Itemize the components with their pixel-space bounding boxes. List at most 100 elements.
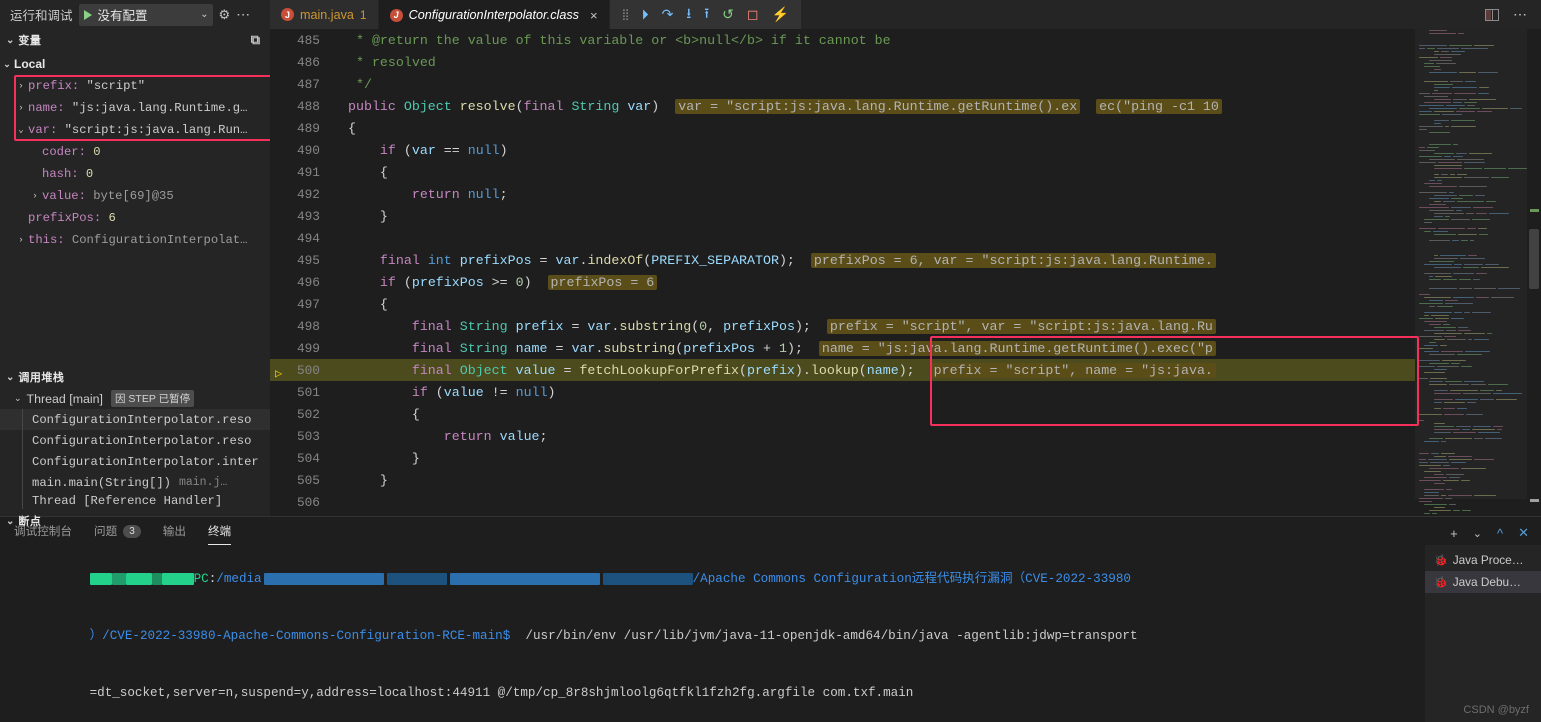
callstack-thread-partial[interactable]: Thread [Reference Handler] xyxy=(0,493,270,509)
callstack-frame[interactable]: ConfigurationInterpolator.reso xyxy=(0,430,270,451)
tab-terminal[interactable]: 终端 xyxy=(207,523,232,545)
line-number-gutter[interactable]: 488 xyxy=(270,99,332,114)
tab-debug-console[interactable]: 调试控制台 xyxy=(14,523,72,545)
split-editor-icon[interactable] xyxy=(1485,8,1499,21)
code-line[interactable]: 489 { xyxy=(270,117,1541,139)
line-number-gutter[interactable]: 499 xyxy=(270,341,332,356)
line-number-gutter[interactable]: 489 xyxy=(270,121,332,136)
code-line[interactable]: 501 if (value != null) xyxy=(270,381,1541,403)
code-line[interactable]: 499 final String name = var.substring(pr… xyxy=(270,337,1541,359)
code-line[interactable]: 487 */ xyxy=(270,73,1541,95)
tab-configurationinterpolator-class[interactable]: J ConfigurationInterpolator.class × xyxy=(378,0,610,29)
chevron-right-icon[interactable]: › xyxy=(14,235,28,245)
step-over-button[interactable]: ↷ xyxy=(662,6,674,23)
line-number-gutter[interactable]: 487 xyxy=(270,77,332,92)
terminal-item-java-process[interactable]: 🐞 Java Proce… xyxy=(1425,549,1541,571)
line-number-gutter[interactable]: ▷ 500 xyxy=(270,363,332,381)
tab-main-java[interactable]: J main.java 1 xyxy=(270,0,379,29)
close-icon[interactable]: × xyxy=(590,8,598,23)
chevron-down-icon[interactable]: ⌄ xyxy=(14,393,22,404)
new-terminal-button[interactable]: + xyxy=(1450,526,1458,541)
editor-scrollbar[interactable] xyxy=(1527,29,1541,516)
chevron-down-icon[interactable]: ⌄ xyxy=(0,59,14,70)
maximize-panel-button[interactable]: ^ xyxy=(1497,526,1503,541)
start-debug-icon[interactable] xyxy=(83,9,92,20)
code-line[interactable]: 488 public Object resolve(final String va… xyxy=(270,95,1541,117)
chevron-down-icon[interactable]: ⌄ xyxy=(6,372,14,383)
line-number-gutter[interactable]: 501 xyxy=(270,385,332,400)
inline-debug-value[interactable]: ec("ping -c1 10 xyxy=(1096,98,1222,114)
line-number-gutter[interactable]: 490 xyxy=(270,143,332,158)
chevron-down-icon[interactable]: ⌄ xyxy=(200,9,208,20)
code-line[interactable]: 507 for (final Lookup lookup : defaultLo… xyxy=(270,513,1541,516)
callstack-thread[interactable]: ⌄ Thread [main] 因 STEP 已暂停 xyxy=(0,388,270,409)
line-number-gutter[interactable]: 497 xyxy=(270,297,332,312)
code-line[interactable]: 497 { xyxy=(270,293,1541,315)
inline-debug-value[interactable]: prefix = "script", name = "js:java. xyxy=(930,362,1216,378)
gear-icon[interactable]: ⚙ xyxy=(219,7,231,23)
chevron-down-icon[interactable]: ⌄ xyxy=(14,125,28,135)
variable-row[interactable]: › value: byte[69]@35 xyxy=(0,185,270,207)
line-number-gutter[interactable]: 493 xyxy=(270,209,332,224)
tab-problems[interactable]: 问题 3 xyxy=(94,523,141,545)
code-lines-container[interactable]: 485 * @return the value of this variable… xyxy=(270,29,1541,516)
chevron-right-icon[interactable]: › xyxy=(14,81,28,91)
line-number-gutter[interactable]: 485 xyxy=(270,33,332,48)
terminal-output[interactable]: PC:/media/Apache Commons Configuration远程… xyxy=(0,545,1425,722)
hot-reload-button[interactable]: ⚡ xyxy=(772,6,789,23)
stop-button[interactable]: ◻ xyxy=(747,6,759,23)
inline-debug-value[interactable]: var = "script:js:java.lang.Runtime.getRu… xyxy=(675,98,1081,114)
minimap-slider[interactable] xyxy=(1415,29,1527,499)
inline-debug-value[interactable]: name = "js:java.lang.Runtime.getRuntime(… xyxy=(818,340,1216,356)
line-number-gutter[interactable]: 505 xyxy=(270,473,332,488)
drag-handle-icon[interactable]: ⣿ xyxy=(622,8,630,21)
variable-row[interactable]: › this: ConfigurationInterpolat… xyxy=(0,229,270,251)
code-line[interactable]: 485 * @return the value of this variable… xyxy=(270,29,1541,51)
variables-section-header[interactable]: ⌄ 变量 ⧉ xyxy=(0,29,270,51)
code-line[interactable]: 486 * resolved xyxy=(270,51,1541,73)
step-out-button[interactable]: ⭱ xyxy=(704,3,709,27)
callstack-frame[interactable]: ConfigurationInterpolator.inter xyxy=(0,451,270,472)
code-line[interactable]: 493 } xyxy=(270,205,1541,227)
debug-configuration-select[interactable]: 没有配置 ⌄ xyxy=(78,3,213,26)
line-number-gutter[interactable]: 492 xyxy=(270,187,332,202)
line-number-gutter[interactable]: 506 xyxy=(270,495,332,510)
callstack-section-header[interactable]: ⌄ 调用堆栈 xyxy=(0,366,270,388)
code-line[interactable]: 498 final String prefix = var.substring(… xyxy=(270,315,1541,337)
line-number-gutter[interactable]: 494 xyxy=(270,231,332,246)
code-line[interactable]: ▷ 500 final Object value = fetchLookupFor… xyxy=(270,359,1541,381)
code-line[interactable]: 494 xyxy=(270,227,1541,249)
terminal-dropdown-button[interactable]: ⌄ xyxy=(1473,527,1482,540)
terminal-item-java-debug[interactable]: 🐞 Java Debu… xyxy=(1425,571,1541,593)
variable-row[interactable]: hash: 0 xyxy=(0,163,270,185)
code-line[interactable]: 503 return value; xyxy=(270,425,1541,447)
code-line[interactable]: 506 xyxy=(270,491,1541,513)
code-line[interactable]: 490 if (var == null) xyxy=(270,139,1541,161)
inline-debug-value[interactable]: prefix = "script", var = "script:js:java… xyxy=(826,318,1216,334)
close-panel-button[interactable]: ✕ xyxy=(1518,525,1529,541)
variable-row[interactable]: prefixPos: 6 xyxy=(0,207,270,229)
variable-row[interactable]: › prefix: "script" xyxy=(0,75,270,97)
step-into-button[interactable]: ⭳ xyxy=(686,3,691,27)
callstack-frame[interactable]: main.main(String[]) main.j… xyxy=(0,472,270,493)
code-line[interactable]: 495 final int prefixPos = var.indexOf(PR… xyxy=(270,249,1541,271)
copy-icon[interactable]: ⧉ xyxy=(251,32,260,48)
line-number-gutter[interactable]: 503 xyxy=(270,429,332,444)
chevron-down-icon[interactable]: ⌄ xyxy=(6,35,14,46)
code-line[interactable]: 496 if (prefixPos >= 0) prefixPos = 6 xyxy=(270,271,1541,293)
variable-row[interactable]: coder: 0 xyxy=(0,141,270,163)
ellipsis-icon[interactable]: ⋯ xyxy=(1513,6,1528,23)
restart-button[interactable]: ↺ xyxy=(722,6,734,23)
tab-output[interactable]: 输出 xyxy=(163,523,186,545)
callstack-frame[interactable]: ConfigurationInterpolator.reso xyxy=(0,409,270,430)
line-number-gutter[interactable]: 486 xyxy=(270,55,332,70)
variable-row[interactable]: ⌄ var: "script:js:java.lang.Run… xyxy=(0,119,270,141)
continue-button[interactable]: ⏵ xyxy=(642,6,649,23)
line-number-gutter[interactable]: 496 xyxy=(270,275,332,290)
variables-scope-local[interactable]: ⌄ Local xyxy=(0,53,270,75)
code-line[interactable]: 502 { xyxy=(270,403,1541,425)
code-line[interactable]: 492 return null; xyxy=(270,183,1541,205)
chevron-right-icon[interactable]: › xyxy=(28,191,42,201)
inline-debug-value[interactable]: prefixPos = 6, var = "script:js:java.lan… xyxy=(810,252,1216,268)
code-line[interactable]: 491 { xyxy=(270,161,1541,183)
